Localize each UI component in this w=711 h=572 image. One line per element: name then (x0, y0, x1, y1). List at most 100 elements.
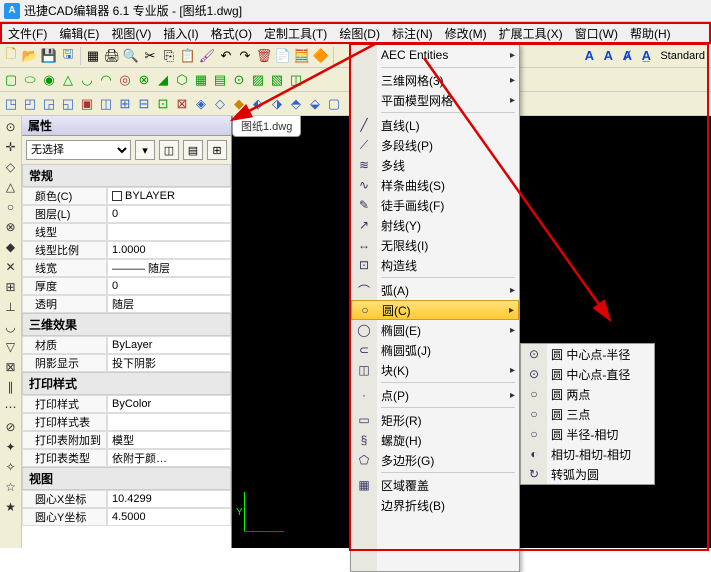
tb3-9-icon[interactable]: ⊡ (154, 95, 172, 113)
lp-int-icon[interactable]: ✕ (2, 258, 20, 276)
prop-group-header[interactable]: 常规 (22, 164, 231, 187)
lp-19-icon[interactable]: ☆ (2, 478, 20, 496)
tb3-11-icon[interactable]: ◈ (192, 95, 210, 113)
tb3-10-icon[interactable]: ⊠ (173, 95, 191, 113)
tb3-12-icon[interactable]: ◇ (211, 95, 229, 113)
torus-icon[interactable]: ◎ (116, 71, 134, 89)
lp-cen-icon[interactable]: ○ (2, 198, 20, 216)
menu-item-构造线[interactable]: ⊡构造线 (351, 255, 519, 275)
menu-item-直线(L)[interactable]: ╱直线(L) (351, 115, 519, 135)
prop-row[interactable]: 打印表附加到模型 (22, 431, 231, 449)
calc-icon[interactable]: 🧮 (293, 47, 311, 65)
wedge-icon[interactable]: ◢ (154, 71, 172, 89)
tb3-3-icon[interactable]: ◲ (40, 95, 58, 113)
lp-near-icon[interactable]: ▽ (2, 338, 20, 356)
submenu-item-圆 三点[interactable]: ○圆 三点 (521, 404, 654, 424)
submenu-item-圆 两点[interactable]: ○圆 两点 (521, 384, 654, 404)
prop-row[interactable]: 线型比例1.0000 (22, 241, 231, 259)
print-icon[interactable]: 🖨 (103, 47, 121, 65)
tb3-18-icon[interactable]: ▢ (325, 95, 343, 113)
menu-item-多线[interactable]: ≋多线 (351, 155, 519, 175)
redo-icon[interactable]: ↷ (236, 47, 254, 65)
prop-btn-2[interactable]: ◫ (159, 140, 179, 160)
menu-modify[interactable]: 修改(M) (439, 24, 493, 42)
box-icon[interactable]: ▢ (2, 71, 20, 89)
menu-item-多边形(G)[interactable]: ⬠多边形(G) (351, 450, 519, 470)
submenu-item-圆 中心点-半径[interactable]: ⊙圆 中心点-半径 (521, 344, 654, 364)
lp-ins-icon[interactable]: ⊞ (2, 278, 20, 296)
menu-file[interactable]: 文件(F) (2, 24, 53, 42)
new-icon[interactable]: 🗋 (2, 47, 20, 65)
lp-tan-icon[interactable]: ◡ (2, 318, 20, 336)
prop-group-header[interactable]: 三维效果 (22, 313, 231, 336)
note-icon[interactable]: 📄 (274, 47, 292, 65)
sphere-icon[interactable]: ◉ (40, 71, 58, 89)
tb3-17-icon[interactable]: ⬙ (306, 95, 324, 113)
tb3-14-icon[interactable]: ⬖ (249, 95, 267, 113)
prop-row[interactable]: 透明随层 (22, 295, 231, 313)
menu-item-徒手画线(F)[interactable]: ✎徒手画线(F) (351, 195, 519, 215)
prop-btn-1[interactable]: ▾ (135, 140, 155, 160)
style-name[interactable]: Standard (656, 50, 709, 62)
menu-item-区域覆盖[interactable]: ▦区域覆盖 (351, 475, 519, 495)
lp-end-icon[interactable]: ◇ (2, 158, 20, 176)
paste-icon[interactable]: 📋 (179, 47, 197, 65)
tb3-6-icon[interactable]: ◫ (97, 95, 115, 113)
tb3-15-icon[interactable]: ⬗ (268, 95, 286, 113)
prop-btn-3[interactable]: ▤ (183, 140, 203, 160)
submenu-item-圆 中心点-直径[interactable]: ⊙圆 中心点-直径 (521, 364, 654, 384)
dome-icon[interactable]: ◠ (97, 71, 115, 89)
lp-perp-icon[interactable]: ⊥ (2, 298, 20, 316)
ring-icon[interactable]: ⊗ (135, 71, 153, 89)
prop-row[interactable]: 圆心Y坐标4.5000 (22, 508, 231, 526)
rev-icon[interactable]: ⊙ (230, 71, 248, 89)
submenu-item-转弧为圆[interactable]: ↻转弧为圆 (521, 464, 654, 484)
menu-item-多段线(P)[interactable]: ⟋多段线(P) (351, 135, 519, 155)
menu-item-块(K)[interactable]: ◫块(K)▸ (351, 360, 519, 380)
brush-icon[interactable]: 🖌 (198, 47, 216, 65)
menu-item-射线(Y)[interactable]: ↗射线(Y) (351, 215, 519, 235)
lp-circ-icon[interactable]: ⊙ (2, 118, 20, 136)
layer-icon[interactable]: 🔶 (312, 47, 330, 65)
prop-row[interactable]: 图层(L)0 (22, 205, 231, 223)
menu-item-圆(C)[interactable]: ○圆(C)▸ (351, 300, 519, 320)
menu-item-三维网格(3)[interactable]: 三维网格(3)▸ (351, 70, 519, 90)
prop-row[interactable]: 圆心X坐标10.4299 (22, 490, 231, 508)
menu-insert[interactable]: 插入(I) (157, 24, 204, 42)
text-a2-icon[interactable]: A (599, 47, 617, 65)
menu-tools[interactable]: 定制工具(T) (258, 24, 333, 42)
menu-window[interactable]: 窗口(W) (569, 24, 624, 42)
hemi-icon[interactable]: ◡ (78, 71, 96, 89)
menu-ext[interactable]: 扩展工具(X) (493, 24, 569, 42)
prop-row[interactable]: 颜色(C)BYLAYER (22, 187, 231, 205)
saveall-icon[interactable]: 🖫 (59, 47, 77, 65)
lp-app-icon[interactable]: ⊠ (2, 358, 20, 376)
text-a-icon[interactable]: A (580, 47, 598, 65)
menu-item-矩形(R)[interactable]: ▭矩形(R) (351, 410, 519, 430)
submenu-item-相切-相切-相切[interactable]: ◐相切-相切-相切 (521, 444, 654, 464)
menu-item-椭圆弧(J)[interactable]: ⊂椭圆弧(J) (351, 340, 519, 360)
prop-row[interactable]: 打印样式ByColor (22, 395, 231, 413)
menu-format[interactable]: 格式(O) (205, 24, 258, 42)
lp-cross-icon[interactable]: ✛ (2, 138, 20, 156)
lp-par-icon[interactable]: ∥ (2, 378, 20, 396)
tab-icon[interactable]: ▧ (268, 71, 286, 89)
tb3-1-icon[interactable]: ◳ (2, 95, 20, 113)
tb3-13-icon[interactable]: ◆ (230, 95, 248, 113)
submenu-item-圆 半径-相切[interactable]: ○圆 半径-相切 (521, 424, 654, 444)
copy-icon[interactable]: ⎘ (160, 47, 178, 65)
prop-row[interactable]: 打印表类型依附于颜… (22, 449, 231, 467)
prop-row[interactable]: 打印样式表 (22, 413, 231, 431)
menu-edit[interactable]: 编辑(E) (53, 24, 105, 42)
preview-icon[interactable]: 🔍 (122, 47, 140, 65)
lp-18-icon[interactable]: ✧ (2, 458, 20, 476)
menu-help[interactable]: 帮助(H) (624, 24, 677, 42)
lp-node-icon[interactable]: ⊗ (2, 218, 20, 236)
prism-icon[interactable]: ⬡ (173, 71, 191, 89)
cyl-icon[interactable]: ⬭ (21, 71, 39, 89)
lp-17-icon[interactable]: ✦ (2, 438, 20, 456)
selection-dropdown[interactable]: 无选择 (26, 140, 131, 160)
menu-item-边界折线(B)[interactable]: 边界折线(B) (351, 495, 519, 515)
prop-row[interactable]: 阴影显示投下阴影 (22, 354, 231, 372)
menu-item-平面模型网格[interactable]: 平面模型网格▸ (351, 90, 519, 110)
